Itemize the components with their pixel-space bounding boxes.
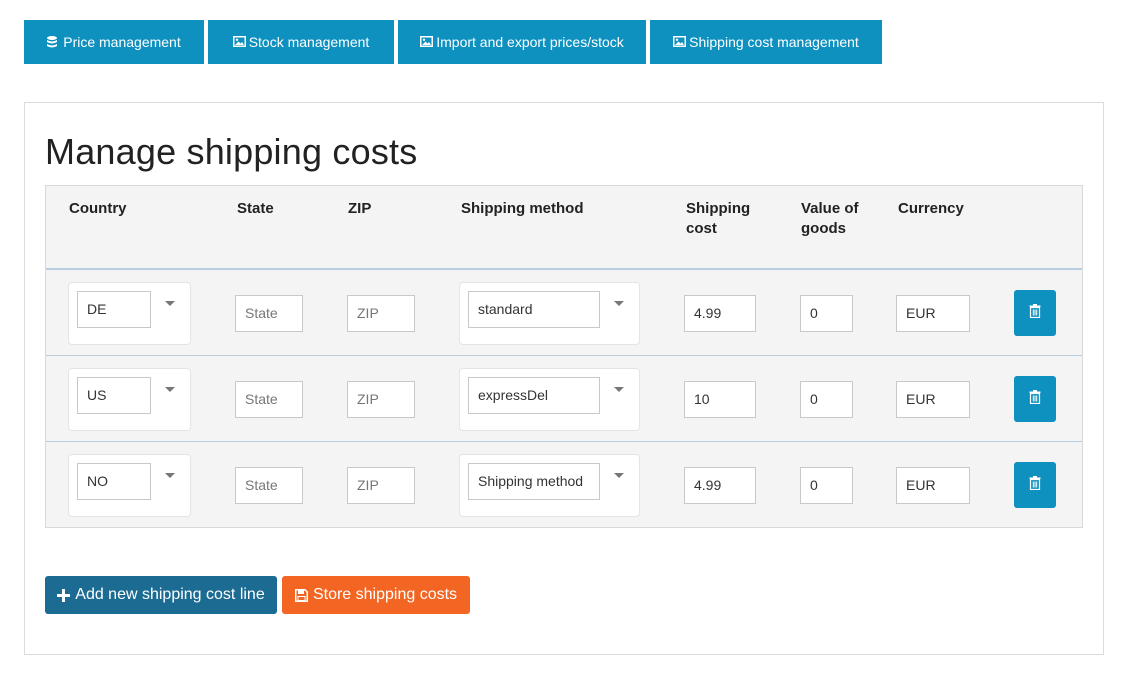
state-input[interactable]: State: [235, 381, 303, 418]
chevron-down-icon: [614, 301, 624, 306]
zip-input[interactable]: ZIP: [347, 295, 415, 332]
zip-input[interactable]: ZIP: [347, 381, 415, 418]
chevron-down-icon: [614, 473, 624, 478]
state-input[interactable]: State: [235, 467, 303, 504]
header-currency: Currency: [898, 200, 964, 217]
shipping-costs-table: Country State ZIP Shipping method Shippi…: [45, 185, 1083, 528]
image-icon: [420, 36, 434, 48]
image-icon: [232, 36, 246, 48]
table-row: DE State ZIP standard 4.99 0 EUR: [46, 270, 1082, 356]
plus-icon: [57, 588, 71, 602]
table-row: US State ZIP expressDel 10 0 EUR: [46, 356, 1082, 442]
page-title: Manage shipping costs: [45, 131, 418, 172]
tab-label: Price management: [63, 34, 181, 50]
trash-icon: [1029, 389, 1041, 409]
header-country: Country: [69, 200, 127, 217]
delete-row-button[interactable]: [1014, 462, 1056, 508]
chevron-down-icon: [165, 473, 175, 478]
trash-icon: [1029, 303, 1041, 323]
chevron-down-icon: [165, 301, 175, 306]
shipping-cost-input[interactable]: 4.99: [684, 467, 756, 504]
save-icon: [294, 588, 308, 602]
shipping-cost-input[interactable]: 4.99: [684, 295, 756, 332]
tab-price-management[interactable]: Price management: [24, 20, 204, 64]
country-select[interactable]: DE: [68, 282, 191, 345]
tab-import-export[interactable]: Import and export prices/stock: [398, 20, 646, 64]
tab-label: Import and export prices/stock: [436, 34, 624, 50]
value-of-goods-input[interactable]: 0: [800, 381, 853, 418]
trash-icon: [1029, 475, 1041, 495]
tab-shipping-cost-management[interactable]: Shipping cost management: [650, 20, 882, 64]
state-input[interactable]: State: [235, 295, 303, 332]
value-of-goods-input[interactable]: 0: [800, 295, 853, 332]
add-shipping-cost-line-button[interactable]: Add new shipping cost line: [45, 576, 277, 614]
header-state: State: [237, 200, 274, 217]
zip-input[interactable]: ZIP: [347, 467, 415, 504]
header-zip: ZIP: [348, 200, 372, 217]
shipping-costs-panel: Manage shipping costs Country State ZIP …: [24, 102, 1104, 655]
currency-input[interactable]: EUR: [896, 381, 970, 418]
tab-label: Shipping cost management: [689, 34, 859, 50]
top-tab-bar: Price management Stock management Import…: [24, 20, 886, 64]
shipping-cost-input[interactable]: 10: [684, 381, 756, 418]
database-icon: [47, 36, 59, 48]
table-header: Country State ZIP Shipping method Shippi…: [46, 186, 1082, 270]
tab-label: Stock management: [248, 34, 370, 50]
shipping-method-value: expressDel: [468, 377, 600, 414]
shipping-method-placeholder: Shipping method: [468, 463, 600, 500]
add-button-label: Add new shipping cost line: [75, 586, 265, 603]
delete-row-button[interactable]: [1014, 290, 1056, 336]
image-icon: [673, 36, 687, 48]
store-button-label: Store shipping costs: [312, 586, 458, 603]
header-shipping-method: Shipping method: [461, 200, 584, 217]
header-value-of-goods: Value of goods: [801, 200, 859, 237]
shipping-method-value: standard: [468, 291, 600, 328]
currency-input[interactable]: EUR: [896, 467, 970, 504]
store-shipping-costs-button[interactable]: Store shipping costs: [282, 576, 470, 614]
country-value: NO: [77, 463, 151, 500]
country-value: US: [77, 377, 151, 414]
currency-input[interactable]: EUR: [896, 295, 970, 332]
country-value: DE: [77, 291, 151, 328]
delete-row-button[interactable]: [1014, 376, 1056, 422]
country-select[interactable]: US: [68, 368, 191, 431]
header-shipping-cost: Shipping cost: [686, 200, 751, 237]
value-of-goods-input[interactable]: 0: [800, 467, 853, 504]
tab-stock-management[interactable]: Stock management: [208, 20, 394, 64]
shipping-method-select[interactable]: standard: [459, 282, 640, 345]
shipping-method-select[interactable]: expressDel: [459, 368, 640, 431]
country-select[interactable]: NO: [68, 454, 191, 517]
shipping-method-select[interactable]: Shipping method: [459, 454, 640, 517]
chevron-down-icon: [165, 387, 175, 392]
table-row: NO State ZIP Shipping method 4.99 0 EUR: [46, 442, 1082, 528]
chevron-down-icon: [614, 387, 624, 392]
